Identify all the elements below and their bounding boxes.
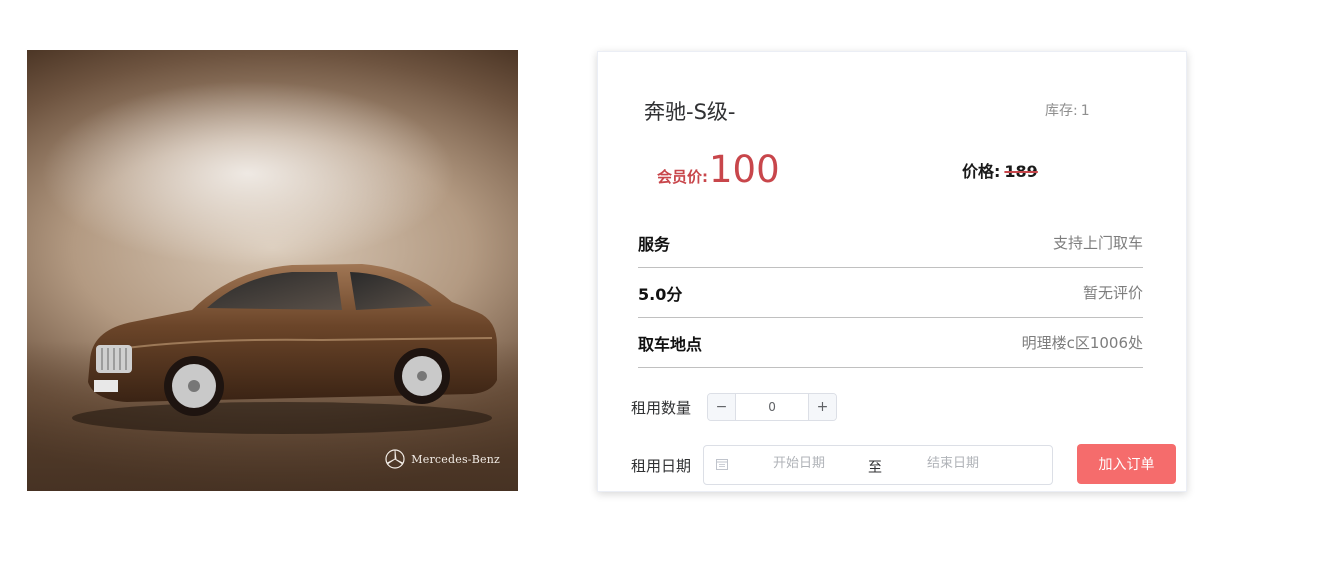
info-label: 5.0分 <box>638 284 683 304</box>
price-value: 189 <box>1004 162 1038 181</box>
info-list: 服务 支持上门取车 5.0分 暂无评价 取车地点 明理楼c区1006处 <box>638 218 1143 368</box>
original-price: 价格: 189 <box>962 158 1038 182</box>
range-separator: 至 <box>868 460 883 476</box>
calendar-icon <box>716 459 729 470</box>
quantity-stepper: − + <box>707 393 838 421</box>
info-label: 取车地点 <box>638 334 703 354</box>
end-date-input[interactable] <box>908 456 999 471</box>
product-image: Mercedes-Benz <box>27 50 518 491</box>
mercedes-star-icon <box>385 449 405 469</box>
price-label: 价格: <box>962 162 1001 181</box>
product-title: 奔驰-S级- <box>644 100 736 124</box>
info-label: 服务 <box>638 234 671 254</box>
stock-info: 库存: 1 <box>1045 100 1090 120</box>
stock-label: 库存: <box>1045 103 1078 119</box>
brand-watermark: Mercedes-Benz <box>385 449 500 469</box>
member-price: 会员价: 100 <box>657 148 780 191</box>
date-label: 租用日期 <box>631 456 692 475</box>
quantity-row: 租用数量 − + <box>631 393 838 421</box>
car-illustration <box>72 264 497 434</box>
info-value: 支持上门取车 <box>1052 234 1143 252</box>
quantity-input[interactable] <box>736 394 809 420</box>
product-card: 奔驰-S级- 库存: 1 会员价: 100 价格: 189 服务 支持上门取车 5… <box>597 51 1187 492</box>
start-date-input[interactable] <box>754 456 845 471</box>
info-value: 暂无评价 <box>1082 284 1143 302</box>
info-value: 明理楼c区1006处 <box>1021 334 1143 352</box>
add-to-order-button[interactable]: 加入订单 <box>1077 444 1176 484</box>
date-row: 租用日期 至 <box>631 445 1054 485</box>
stock-value: 1 <box>1080 103 1090 119</box>
brand-text: Mercedes-Benz <box>411 452 500 466</box>
member-price-label: 会员价: <box>657 168 708 186</box>
quantity-label: 租用数量 <box>631 398 692 417</box>
decrement-button[interactable]: − <box>708 394 737 420</box>
member-price-value: 100 <box>709 148 780 191</box>
info-row-pickup-location: 取车地点 明理楼c区1006处 <box>638 318 1143 368</box>
info-row-rating: 5.0分 暂无评价 <box>638 268 1143 318</box>
date-range-picker[interactable]: 至 <box>703 445 1054 485</box>
info-row-service: 服务 支持上门取车 <box>638 218 1143 268</box>
increment-button[interactable]: + <box>808 394 837 420</box>
